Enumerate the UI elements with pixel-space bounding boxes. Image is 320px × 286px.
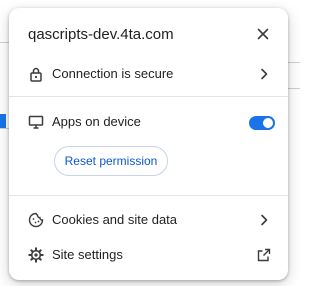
reset-permission-button[interactable]: Reset permission	[54, 146, 168, 176]
site-info-popup: qascripts-dev.4ta.com Connection is secu…	[9, 8, 288, 280]
cookies-row[interactable]: Cookies and site data	[9, 203, 288, 237]
cookies-label: Cookies and site data	[52, 212, 178, 227]
connection-row[interactable]: Connection is secure	[9, 57, 288, 91]
apps-toggle[interactable]	[249, 116, 275, 130]
separator	[9, 96, 288, 97]
apps-row: Apps on device	[9, 105, 288, 139]
chevron-right-icon	[257, 67, 271, 81]
gear-icon	[28, 247, 44, 263]
site-settings-label: Site settings	[52, 247, 123, 262]
lock-icon	[28, 66, 44, 82]
external-link-icon	[257, 248, 271, 262]
site-title: qascripts-dev.4ta.com	[28, 26, 174, 43]
background-divider	[288, 62, 300, 63]
apps-label: Apps on device	[52, 114, 141, 129]
close-icon[interactable]	[255, 26, 271, 42]
background-divider	[288, 88, 300, 89]
separator	[9, 195, 288, 196]
cookie-icon	[28, 212, 44, 228]
background-selection	[0, 114, 6, 128]
toggle-knob	[263, 118, 273, 128]
chevron-right-icon	[257, 213, 271, 227]
site-settings-row[interactable]: Site settings	[9, 238, 288, 272]
monitor-icon	[28, 114, 44, 130]
connection-label: Connection is secure	[52, 66, 174, 81]
